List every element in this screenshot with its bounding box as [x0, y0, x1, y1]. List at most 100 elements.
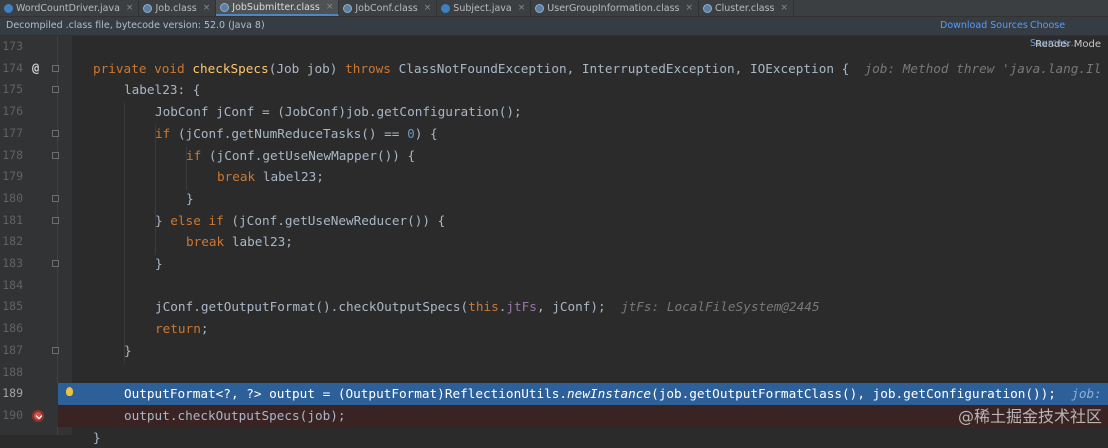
breakpoint-icon[interactable]	[32, 409, 44, 422]
code-text: }	[93, 429, 101, 445]
tab-subject-java[interactable]: Subject.java ×	[437, 0, 532, 16]
fold-toggle-icon[interactable]	[52, 216, 59, 224]
line-number: 190	[2, 407, 23, 422]
code-line: 179 break label23;	[0, 166, 1108, 188]
code-text: if (jConf.getUseNewMapper()) {	[186, 147, 416, 163]
code-line: 174 @ private void checkSpecs(Job job) t…	[0, 58, 1108, 80]
code-line: 185 jConf.getOutputFormat().checkOutputS…	[0, 296, 1108, 318]
tab-label: JobConf.class	[355, 2, 418, 14]
code-line: 187 }	[0, 340, 1108, 362]
tab-label: JobSubmitter.class	[232, 1, 320, 13]
line-number: 189	[2, 386, 23, 401]
class-file-icon	[143, 3, 153, 13]
class-file-icon	[220, 2, 230, 12]
code-text: private void checkSpecs(Job job) throws …	[93, 60, 1102, 76]
code-text: return;	[155, 321, 209, 337]
code-text: }	[186, 190, 194, 206]
fold-toggle-icon[interactable]	[52, 346, 59, 354]
tab-usergroupinformation-class[interactable]: UserGroupInformation.class ×	[531, 0, 700, 16]
fold-toggle-icon[interactable]	[52, 194, 59, 202]
code-line: 176 JobConf jConf = (JobConf)job.getConf…	[0, 101, 1108, 123]
close-icon[interactable]: ×	[203, 3, 211, 13]
line-number: 188	[2, 364, 23, 379]
current-execution-line: 189 OutputFormat<?, ?> output = (OutputF…	[0, 383, 1108, 405]
line-number: 175	[2, 82, 23, 97]
close-icon[interactable]: ×	[424, 3, 432, 13]
code-text: break label23;	[186, 234, 293, 250]
code-line: 183 }	[0, 253, 1108, 275]
tab-jobconf-class[interactable]: JobConf.class ×	[339, 0, 438, 16]
debug-inline-value: job:	[1071, 386, 1102, 402]
line-number: 181	[2, 212, 23, 227]
class-file-icon	[343, 3, 353, 13]
fold-toggle-icon[interactable]	[52, 86, 59, 94]
method-annotation-icon[interactable]: @	[32, 58, 39, 80]
tab-cluster-class[interactable]: Cluster.class ×	[699, 0, 795, 16]
close-icon[interactable]: ×	[518, 3, 526, 13]
tab-label: WordCountDriver.java	[16, 2, 120, 14]
lightbulb-icon[interactable]	[66, 387, 73, 397]
line-number: 182	[2, 234, 23, 249]
code-editor[interactable]: 173 174 @ private void checkSpecs(Job jo…	[0, 36, 1108, 445]
line-number: 184	[2, 277, 23, 292]
fold-toggle-icon[interactable]	[52, 64, 59, 72]
download-sources-link[interactable]: Download Sources	[940, 17, 1028, 35]
watermark: @稀土掘金技术社区	[957, 407, 1102, 426]
code-line: 180 }	[0, 188, 1108, 210]
java-file-icon	[4, 3, 13, 13]
code-line: 186 return;	[0, 318, 1108, 340]
code-line: }	[0, 427, 1108, 448]
line-number: 183	[2, 256, 23, 270]
class-file-icon	[703, 3, 713, 13]
code-line: 177 if (jConf.getNumReduceTasks() == 0) …	[0, 123, 1108, 145]
tab-job-class[interactable]: Job.class ×	[139, 0, 217, 16]
code-text: }	[155, 256, 163, 271]
tab-label: UserGroupInformation.class	[547, 2, 680, 14]
fold-toggle-icon[interactable]	[52, 260, 59, 267]
line-number: 186	[2, 321, 23, 336]
code-line: 188	[0, 362, 1108, 384]
close-icon[interactable]: ×	[685, 3, 693, 13]
tab-wordcountdriver[interactable]: WordCountDriver.java ×	[0, 0, 140, 16]
close-icon[interactable]: ×	[126, 3, 134, 13]
java-file-icon	[441, 3, 451, 13]
code-text: if (jConf.getNumReduceTasks() == 0) {	[155, 125, 438, 141]
tab-label: Subject.java	[453, 2, 512, 14]
code-line: 173	[0, 36, 1108, 58]
debug-inline-value: jtFs: LocalFileSystem@2445	[620, 299, 820, 315]
line-number: 187	[2, 342, 23, 357]
close-icon[interactable]: ×	[326, 2, 334, 12]
breakpoint-line: 190 output.checkOutputSpecs(job);	[0, 404, 1108, 427]
code-line: 184	[0, 275, 1108, 297]
close-icon[interactable]: ×	[780, 3, 788, 13]
line-number: 177	[2, 125, 23, 140]
code-text: jConf.getOutputFormat().checkOutputSpecs…	[155, 299, 820, 315]
line-number: 174	[2, 60, 23, 75]
line-number: 176	[2, 104, 23, 119]
line-number: 180	[2, 190, 23, 205]
editor-tab-bar: WordCountDriver.java × Job.class × JobSu…	[0, 0, 1108, 17]
code-text: break label23;	[217, 169, 324, 185]
code-line: 181 } else if (jConf.getUseNewReducer())…	[0, 210, 1108, 232]
tab-jobsubmitter-class[interactable]: JobSubmitter.class ×	[216, 0, 340, 16]
code-text: } else if (jConf.getUseNewReducer()) {	[155, 212, 446, 228]
code-line: 182 break label23;	[0, 231, 1108, 253]
tab-label: Cluster.class	[715, 2, 775, 14]
fold-toggle-icon[interactable]	[52, 129, 59, 137]
code-line: 178 if (jConf.getUseNewMapper()) {	[0, 145, 1108, 167]
code-line: 175 label23: {	[0, 79, 1108, 101]
decompiled-info-bar: Decompiled .class file, bytecode version…	[0, 17, 1108, 49]
line-number: 173	[2, 39, 23, 53]
code-text: OutputFormat<?, ?> output = (OutputForma…	[124, 386, 1102, 402]
fold-toggle-icon[interactable]	[52, 151, 59, 159]
tab-label: Job.class	[155, 2, 197, 14]
line-number: 185	[2, 299, 23, 314]
line-number: 179	[2, 169, 23, 184]
class-file-icon	[535, 3, 545, 13]
code-text: }	[124, 342, 132, 358]
decompiled-message: Decompiled .class file, bytecode version…	[6, 20, 265, 31]
line-number: 178	[2, 147, 23, 162]
code-text: JobConf jConf = (JobConf)job.getConfigur…	[155, 104, 522, 120]
code-text: output.checkOutputSpecs(job);	[124, 407, 346, 423]
debug-inline-value: job: Method threw 'java.lang.Il	[864, 60, 1102, 76]
